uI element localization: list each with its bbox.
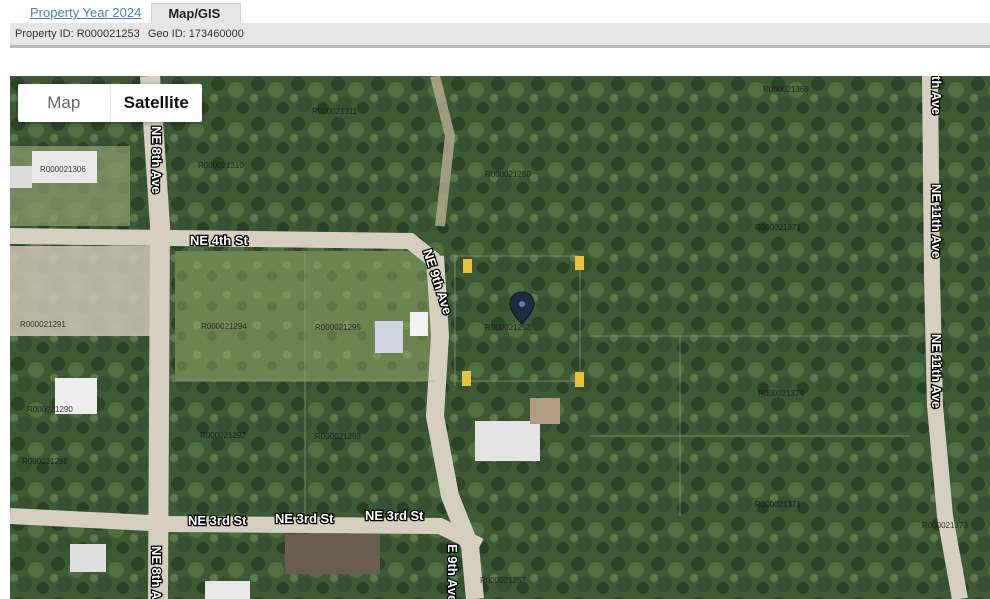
street-label: NE 8th A [149,546,164,599]
street-label: NE 11th Ave [929,184,944,258]
street-label: NE 3rd St [188,513,247,528]
tab-property-year[interactable]: Property Year 2024 [10,3,151,23]
parcel-label: R000021371 [755,223,801,232]
parcel-label: R000021294 [201,322,247,331]
building [375,321,403,353]
parcel-label: R000021257 [480,576,526,585]
satellite-map[interactable]: NE 4th St NE 3rd St NE 3rd St NE 3rd St … [10,76,990,599]
street-label: NE 8th Ave [149,126,164,194]
street-label: NE 4th St [190,233,248,248]
parcel-label: R000021374 [758,389,804,398]
street-label: NE 3rd St [275,511,334,526]
tab-map-gis[interactable]: Map/GIS [151,3,242,23]
map-type-control: Map Satellite [18,84,202,122]
parcel-label: R000021293 [315,432,361,441]
map-imagery: NE 4th St NE 3rd St NE 3rd St NE 3rd St … [10,76,990,599]
property-info-bar: Property ID: R000021253 Geo ID: 17346000… [10,23,990,48]
street-label: th Ave [929,76,944,115]
tab-bar: Property Year 2024 Map/GIS [10,3,242,23]
satellite-view-button[interactable]: Satellite [111,84,203,122]
parcel-label: R000021291 [20,320,66,329]
parcel-label: R000021306 [40,165,86,174]
parcel-label: R000021371 [755,500,801,509]
parcel-label: R000021369 [763,85,809,94]
parcel-label: R000021250 [485,170,531,179]
parcel-label: R000021290 [27,405,73,414]
parcel-label: R000021288 [22,457,68,466]
parcel-label: R000021373 [922,521,968,530]
street-label: NE 11th Ave [929,334,944,408]
geo-id: Geo ID: 173460000 [147,28,244,40]
parcel-label: R000021310 [198,161,244,170]
parcel-label: R000021295 [315,323,361,332]
map-view-button[interactable]: Map [18,84,111,122]
parcel-label: R000021311 [312,107,358,116]
street-label: NE 3rd St [365,508,424,523]
parcel-label: R000021292 [200,431,246,440]
parcel-label: R000021253 [485,323,531,332]
street-label: E 9th Ave [445,544,460,599]
property-id: Property ID: R000021253 [15,28,140,40]
building [475,421,540,461]
